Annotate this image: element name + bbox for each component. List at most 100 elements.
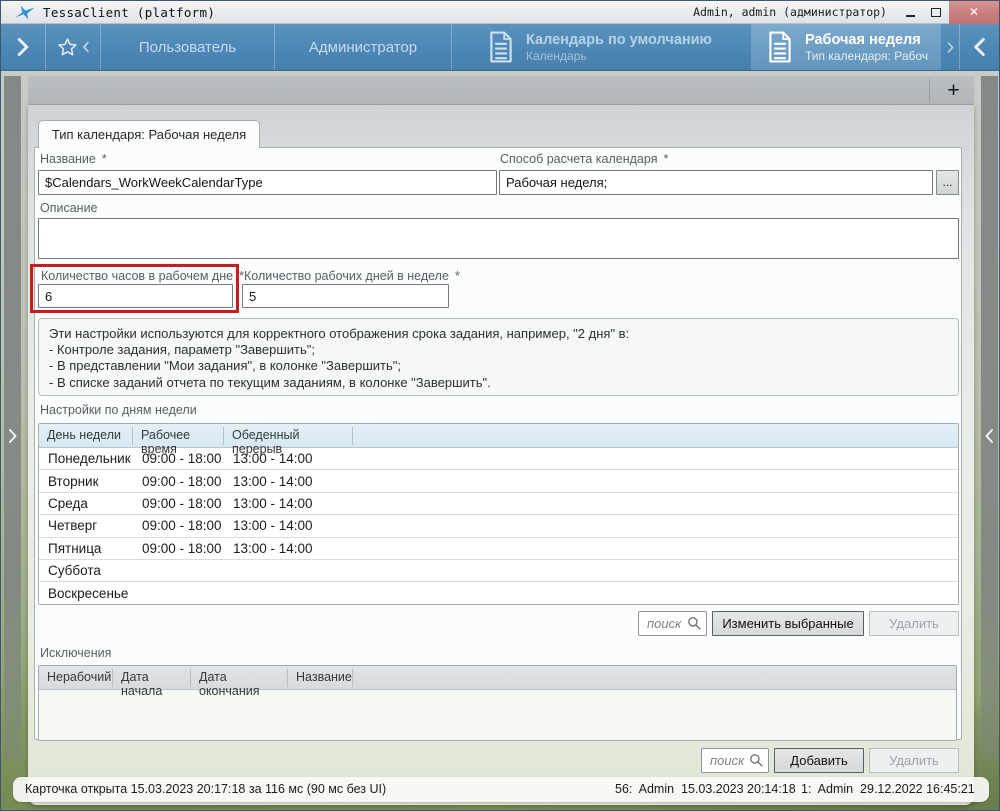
cell-day: Четверг: [39, 518, 133, 533]
table-row[interactable]: Воскресенье: [39, 582, 958, 604]
card-tab-title: Рабочая неделя: [805, 32, 935, 49]
card-tab-subtitle: Календарь: [526, 49, 712, 63]
cell-day: Понедельник: [39, 451, 133, 466]
table-row[interactable]: Понедельник 09:00 - 18:00 13:00 - 14:00: [39, 448, 958, 470]
description-textarea[interactable]: [38, 218, 959, 259]
main-navbar: Пользователь Администратор Календарь по …: [1, 24, 999, 71]
close-icon: ✕: [969, 5, 979, 19]
table-row[interactable]: Вторник 09:00 - 18:00 13:00 - 14:00: [39, 470, 958, 492]
edit-selected-button[interactable]: Изменить выбранные: [712, 611, 864, 636]
card-tab-subtitle: Тип календаря: Рабоч: [805, 49, 935, 63]
toolbar-divider: [929, 79, 930, 102]
weekdays-delete-button[interactable]: Удалить: [869, 611, 959, 636]
cell-lunch-break: 13:00 - 14:00: [224, 451, 353, 466]
exceptions-add-button[interactable]: Добавить: [774, 748, 864, 773]
current-user-label: Admin, admin (администратор): [693, 5, 887, 19]
cell-lunch-break: 13:00 - 14:00: [224, 496, 353, 511]
cell-work-time: 09:00 - 18:00: [133, 451, 224, 466]
column-header-filler: [353, 669, 956, 687]
minimize-button[interactable]: [897, 1, 923, 23]
card-tab-title: Календарь по умолчанию: [526, 32, 712, 49]
name-field-label: Название*: [40, 152, 107, 166]
column-header-end-date[interactable]: Дата окончания: [191, 669, 288, 687]
chevron-right-small-icon: [947, 42, 954, 53]
maximize-button[interactable]: [923, 1, 949, 23]
favorites-collapse-icon: [82, 41, 90, 53]
calc-method-input[interactable]: [499, 170, 933, 195]
browse-button[interactable]: ...: [936, 170, 959, 195]
info-line: - Контроле задания, параметр "Завершить"…: [49, 342, 948, 358]
exceptions-delete-button[interactable]: Удалить: [869, 748, 959, 773]
calc-method-field-label: Способ расчета календаря*: [500, 152, 668, 166]
column-header-filler: [353, 427, 958, 445]
app-logo-icon: [15, 4, 35, 20]
left-panel-handle[interactable]: [4, 76, 21, 759]
table-row[interactable]: Четверг 09:00 - 18:00 13:00 - 14:00: [39, 515, 958, 537]
info-line: Эти настройки используются для корректно…: [49, 326, 948, 342]
menu-tab-user[interactable]: Пользователь: [101, 24, 274, 70]
days-per-week-field-label: Количество рабочих дней в неделе*: [244, 269, 460, 283]
star-icon: [56, 36, 79, 59]
cell-day: Среда: [39, 496, 133, 511]
cell-work-time: 09:00 - 18:00: [133, 518, 224, 533]
days-per-week-input[interactable]: [242, 284, 449, 308]
column-header-day[interactable]: День недели: [39, 427, 133, 445]
column-header-lunch-break[interactable]: Обеденный перерыв: [224, 427, 353, 445]
card-tab-work-week[interactable]: Рабочая неделя Тип календаря: Рабоч: [751, 24, 941, 70]
table-row[interactable]: Пятница 09:00 - 18:00 13:00 - 14:00: [39, 538, 958, 560]
form-tab-calendar-type[interactable]: Тип календаря: Рабочая неделя: [38, 120, 260, 148]
cell-day: Вторник: [39, 474, 133, 489]
menu-tab-admin-label: Администратор: [309, 39, 417, 56]
weekdays-table-header: День недели Рабочее время Обеденный пере…: [39, 424, 958, 448]
search-icon: [749, 753, 764, 768]
favorites-button[interactable]: [46, 24, 100, 70]
exceptions-table: Нерабочий Дата начала Дата окончания Наз…: [38, 665, 957, 741]
info-line: - В списке заданий отчета по текущим зад…: [49, 375, 948, 391]
card-toolbar: +: [28, 76, 974, 105]
app-window: TessaClient (platform) Admin, admin (адм…: [0, 0, 1000, 811]
exceptions-search: [701, 748, 769, 773]
cell-day: Суббота: [39, 563, 133, 578]
card-tab-default-calendar[interactable]: Календарь по умолчанию Календарь: [452, 24, 751, 70]
info-line: - В представлении "Мои задания", в колон…: [49, 358, 948, 374]
menu-tab-admin[interactable]: Администратор: [275, 24, 451, 70]
close-button[interactable]: ✕: [949, 1, 999, 24]
column-header-non-working[interactable]: Нерабочий: [39, 669, 113, 687]
hours-per-day-input[interactable]: [38, 284, 233, 308]
cell-work-time: 09:00 - 18:00: [133, 496, 224, 511]
info-box: Эти настройки используются для корректно…: [38, 318, 959, 396]
status-card-opened: Карточка открыта 15.03.2023 20:17:18 за …: [25, 782, 386, 796]
weekdays-search: [638, 611, 707, 636]
exceptions-table-header: Нерабочий Дата начала Дата окончания Наз…: [39, 666, 956, 690]
weekdays-table: День недели Рабочее время Обеденный пере…: [38, 423, 959, 605]
cell-lunch-break: 13:00 - 14:00: [224, 541, 353, 556]
form-tab-label: Тип календаря: Рабочая неделя: [52, 127, 246, 142]
right-panel-handle[interactable]: [981, 76, 998, 759]
name-input[interactable]: [38, 170, 497, 195]
exceptions-section-title: Исключения: [40, 646, 111, 660]
status-bar: Карточка открыта 15.03.2023 20:17:18 за …: [13, 777, 989, 802]
nav-collapse-left-button[interactable]: [1, 24, 45, 70]
column-header-name[interactable]: Название: [288, 669, 353, 687]
chevron-left-icon: [972, 37, 987, 57]
document-icon: [488, 31, 514, 63]
status-modified: 56: Admin 15.03.2023 20:14:18: [615, 782, 796, 796]
table-row[interactable]: Среда 09:00 - 18:00 13:00 - 14:00: [39, 493, 958, 515]
table-row[interactable]: Суббота: [39, 560, 958, 582]
tab-overflow-button[interactable]: [941, 24, 959, 70]
cell-day: Воскресенье: [39, 586, 133, 601]
window-title: TessaClient (platform): [43, 5, 215, 20]
expand-right-icon: [6, 428, 19, 444]
nav-collapse-right-button[interactable]: [960, 24, 999, 70]
cell-day: Пятница: [39, 541, 133, 556]
title-bar: TessaClient (platform) Admin, admin (адм…: [1, 1, 999, 24]
cell-lunch-break: 13:00 - 14:00: [224, 518, 353, 533]
column-header-start-date[interactable]: Дата начала: [113, 669, 191, 687]
column-header-work-time[interactable]: Рабочее время: [133, 427, 224, 445]
expand-left-icon: [983, 428, 996, 444]
weekdays-table-body: Понедельник 09:00 - 18:00 13:00 - 14:00 …: [39, 448, 958, 605]
add-button[interactable]: +: [933, 76, 974, 105]
chevron-right-icon: [15, 37, 31, 57]
status-created: 1: Admin 29.12.2022 16:45:21: [801, 782, 975, 796]
cell-lunch-break: 13:00 - 14:00: [224, 474, 353, 489]
